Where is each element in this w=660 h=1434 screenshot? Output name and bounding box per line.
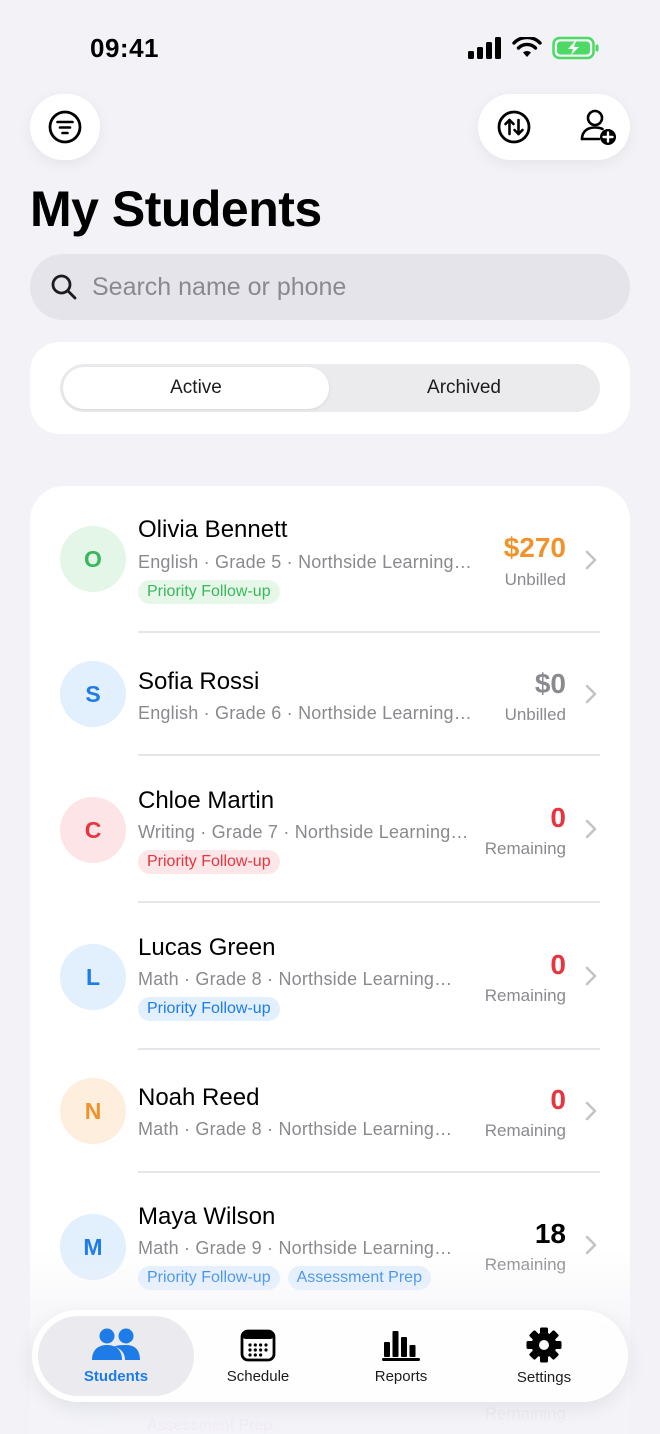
tag-assessment: Assessment Prep: [138, 1414, 282, 1434]
segmented-control: Active Archived: [60, 364, 600, 412]
student-name: Sofia Rossi: [138, 668, 260, 695]
student-row[interactable]: C Chloe Martin Writing · Grade 7 · North…: [30, 755, 630, 903]
search-icon: [51, 274, 77, 300]
status-icons: [468, 36, 600, 60]
avatar: C: [60, 797, 126, 863]
amount-label: Unbilled: [504, 570, 566, 589]
tags: Priority Follow-up: [138, 997, 280, 1021]
battery-icon: [552, 36, 599, 60]
amount: 18: [534, 1218, 566, 1249]
avatar: L: [60, 944, 126, 1010]
search-input[interactable]: Search name or phone: [30, 254, 630, 320]
filter-icon: [48, 110, 82, 144]
amount: $270: [503, 532, 566, 563]
student-row[interactable]: L Lucas Green Math · Grade 8 · Northside…: [30, 902, 630, 1050]
tab-reports[interactable]: Reports: [331, 1316, 471, 1396]
tag-priority: Priority Follow-up: [138, 850, 280, 874]
tab-label: Reports: [374, 1367, 428, 1385]
wifi-icon: [512, 37, 542, 57]
avatar: S: [60, 661, 126, 727]
search-placeholder: Search name or phone: [92, 272, 347, 301]
student-row[interactable]: N Noah Reed Math · Grade 8 · Northside L…: [30, 1049, 630, 1173]
chevron-right-icon: [585, 1235, 597, 1255]
chevron-right-icon: [585, 819, 597, 839]
tag-assessment: Assessment Prep: [287, 1266, 431, 1290]
tag-priority: Priority Follow-up: [138, 580, 280, 604]
student-row[interactable]: O Olivia Bennett English · Grade 5 · Nor…: [30, 486, 630, 633]
student-row[interactable]: S Sofia Rossi English · Grade 6 · Norths…: [30, 632, 630, 756]
people-icon: [92, 1328, 140, 1360]
gear-icon: [526, 1327, 562, 1362]
student-details: Writing · Grade 7 · Northside Learning…: [138, 822, 469, 842]
tags: Priority Follow-up Assessment Prep: [138, 1266, 431, 1290]
tab-label: Students: [83, 1367, 149, 1385]
student-name: Olivia Bennett: [138, 516, 288, 543]
amount-label: Unbilled: [504, 705, 566, 724]
signal-icon: [468, 37, 501, 59]
student-name: Chloe Martin: [138, 787, 275, 814]
status-bar: 09:41: [0, 0, 660, 96]
amount: 0: [550, 802, 566, 833]
chevron-right-icon: [585, 684, 597, 704]
tags: Priority Follow-up: [138, 580, 280, 604]
tag-priority: Priority Follow-up: [138, 997, 280, 1021]
tab-bar: Students Schedule Reports Settings: [32, 1310, 628, 1402]
page-title: My Students: [30, 181, 322, 237]
status-time: 09:41: [90, 33, 159, 63]
filter-button[interactable]: [30, 94, 100, 160]
amount: 0: [550, 1084, 566, 1115]
chevron-right-icon: [585, 966, 597, 986]
sort-icon[interactable]: [496, 109, 532, 145]
amount-label: Remaining: [484, 1404, 566, 1423]
segment-active[interactable]: Active: [63, 367, 329, 409]
tab-settings[interactable]: Settings: [474, 1316, 614, 1396]
tags: Priority Follow-up: [138, 850, 280, 874]
amount-label: Remaining: [484, 839, 566, 858]
student-details: Math · Grade 9 · Northside Learning…: [138, 1238, 453, 1258]
avatar: O: [60, 526, 126, 592]
student-name: Maya Wilson: [138, 1203, 276, 1230]
tags: Assessment Prep: [138, 1414, 282, 1434]
tab-label: Settings: [516, 1368, 572, 1386]
avatar: M: [60, 1214, 126, 1280]
amount-label: Remaining: [484, 1255, 566, 1274]
student-details: Math · Grade 8 · Northside Learning…: [138, 1119, 453, 1139]
amount: 0: [550, 949, 566, 980]
amount-label: Remaining: [484, 986, 566, 1005]
tab-label: Schedule: [226, 1367, 290, 1385]
chevron-right-icon: [585, 1101, 597, 1121]
student-list: O Olivia Bennett English · Grade 5 · Nor…: [30, 486, 630, 1434]
segment-archived[interactable]: Archived: [331, 367, 597, 409]
student-name: Lucas Green: [138, 934, 276, 961]
tag-priority: Priority Follow-up: [138, 1266, 280, 1290]
segment-card: Active Archived: [30, 342, 630, 434]
header-actions: [478, 94, 630, 160]
tab-schedule[interactable]: Schedule: [188, 1316, 328, 1396]
amount: $0: [534, 668, 566, 699]
bar-chart-icon: [382, 1330, 420, 1361]
amount-label: Remaining: [484, 1121, 566, 1140]
student-row[interactable]: M Maya Wilson Math · Grade 9 · Northside…: [30, 1172, 630, 1321]
student-details: English · Grade 6 · Northside Learning…: [138, 703, 472, 723]
avatar: N: [60, 1078, 126, 1144]
student-name: Noah Reed: [138, 1084, 260, 1111]
add-student-icon[interactable]: [578, 107, 618, 147]
chevron-right-icon: [585, 550, 597, 570]
student-details: English · Grade 5 · Northside Learning…: [138, 552, 472, 572]
calendar-icon: [240, 1329, 276, 1361]
tab-students[interactable]: Students: [38, 1316, 194, 1396]
student-details: Math · Grade 8 · Northside Learning…: [138, 969, 453, 989]
